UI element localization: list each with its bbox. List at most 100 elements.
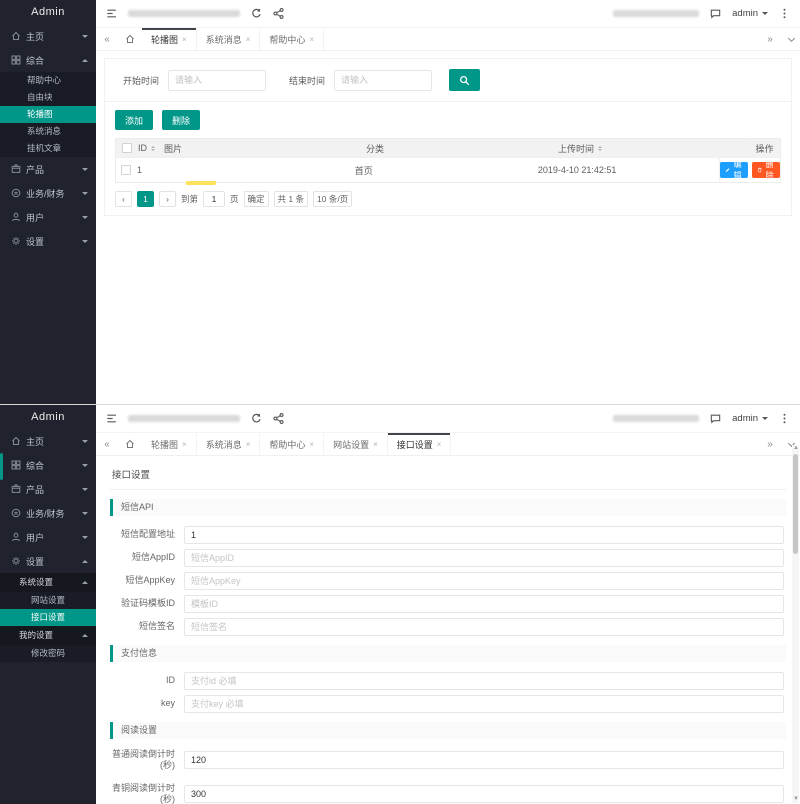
message-icon[interactable] [710,413,721,424]
tab-carousel[interactable]: 轮播图 [142,28,197,50]
gear-icon [11,556,21,566]
confirm-page-button[interactable]: 确定 [244,191,269,207]
per-page-select[interactable]: 10 条/页 [313,191,352,207]
tab-help-center[interactable]: 帮助中心 [260,28,324,50]
sidebar-item-change-password[interactable]: 修改密码 [0,645,96,662]
sidebar-group-my-settings[interactable]: 我的设置 [0,626,96,645]
content-scrollbar[interactable]: ▲ ▼ [792,445,799,803]
sidebar-item-home[interactable]: 主页 [0,429,96,453]
sidebar-item-label: 综合 [26,54,44,67]
close-icon[interactable] [437,440,442,449]
close-icon[interactable] [373,440,378,449]
close-icon[interactable] [309,440,314,449]
more-dots-icon[interactable] [779,413,790,424]
tab-help-center[interactable]: 帮助中心 [260,433,324,455]
add-button[interactable]: 添加 [115,110,153,130]
sidebar-item-user[interactable]: 用户 [0,525,96,549]
sidebar-item-settings[interactable]: 设置 [0,549,96,573]
payment-key-input[interactable] [184,695,784,713]
sidebar-item-product[interactable]: 产品 [0,477,96,501]
tab-system-message[interactable]: 系统消息 [197,28,261,50]
sidebar-group-system-settings[interactable]: 系统设置 [0,573,96,592]
prev-page-button[interactable] [115,191,132,207]
close-icon[interactable] [309,35,314,44]
normal-read-countdown-input[interactable] [184,751,784,769]
tab-label: 轮播图 [151,33,178,46]
sidebar-item-general[interactable]: 综合 [0,453,96,477]
close-icon[interactable] [182,440,187,449]
close-icon[interactable] [246,440,251,449]
tab-carousel[interactable]: 轮播图 [142,433,197,455]
expand-right-icon[interactable] [759,34,781,45]
edit-button[interactable]: 编辑 [720,162,748,178]
goto-page-input[interactable] [203,191,225,207]
tab-system-message[interactable]: 系统消息 [197,433,261,455]
flexible-icon[interactable] [106,413,117,424]
screenshot-api-settings-page: Admin 主页 综合 产品 业务/财务 用户 设置 [0,404,800,804]
select-all-checkbox[interactable] [122,143,132,153]
start-time-input[interactable] [168,70,266,91]
sms-appkey-input[interactable] [184,572,784,590]
tab-dropdown-icon[interactable] [788,34,795,41]
row-delete-button[interactable]: 删除 [752,162,780,178]
collapse-left-icon[interactable] [96,28,118,50]
sort-icon[interactable] [598,144,602,153]
message-icon[interactable] [710,8,721,19]
scroll-down-icon[interactable]: ▼ [793,797,798,802]
row-checkbox[interactable] [121,165,131,175]
tabbar: 轮播图 系统消息 帮助中心 网站设置 接口设置 [96,433,800,456]
sidebar-item-business[interactable]: 业务/财务 [0,181,96,205]
sidebar-item-system-message[interactable]: 系统消息 [0,123,96,140]
sidebar-item-general[interactable]: 综合 [0,48,96,72]
sidebar-item-carousel[interactable]: 轮播图 [0,106,96,123]
main-area: admin 轮播图 系统消息 帮助中心 网站设置 [96,405,800,804]
payment-id-input[interactable] [184,672,784,690]
next-page-button[interactable] [159,191,176,207]
sidebar-item-product[interactable]: 产品 [0,157,96,181]
share-icon[interactable] [273,413,284,424]
flexible-icon[interactable] [106,8,117,19]
expand-right-icon[interactable] [759,439,781,450]
search-button[interactable] [449,69,480,91]
scroll-up-icon[interactable]: ▲ [793,446,798,451]
collapse-left-icon[interactable] [96,433,118,455]
product-icon [11,164,21,174]
more-dots-icon[interactable] [779,8,790,19]
delete-button[interactable]: 删除 [162,110,200,130]
sms-signature-input[interactable] [184,618,784,636]
sms-config-address-input[interactable] [184,526,784,544]
bronze-read-countdown-input[interactable] [184,785,784,803]
tab-api-settings[interactable]: 接口设置 [388,433,452,455]
share-icon[interactable] [273,8,284,19]
topbar-right: admin [613,413,790,424]
user-menu[interactable]: admin [732,8,768,19]
sidebar-scrollbar-thumb[interactable] [0,453,3,480]
current-page-button[interactable]: 1 [137,191,154,207]
sidebar-item-home[interactable]: 主页 [0,24,96,48]
refresh-icon[interactable] [251,413,262,424]
sidebar-item-free-block[interactable]: 自由块 [0,89,96,106]
sms-appid-input[interactable] [184,549,784,567]
close-icon[interactable] [182,35,187,44]
home-tab-icon[interactable] [118,28,142,50]
user-menu[interactable]: admin [732,413,768,424]
end-time-input[interactable] [334,70,432,91]
cell-id: 1 [137,165,156,175]
sidebar-item-settings[interactable]: 设置 [0,229,96,253]
sidebar-item-website-settings[interactable]: 网站设置 [0,592,96,609]
refresh-icon[interactable] [251,8,262,19]
tab-website-settings[interactable]: 网站设置 [324,433,388,455]
sidebar-item-user[interactable]: 用户 [0,205,96,229]
sidebar-item-hangup-article[interactable]: 挂机文章 [0,140,96,157]
group-label: 系统设置 [19,573,53,592]
sidebar-item-help-center[interactable]: 帮助中心 [0,72,96,89]
sidebar-item-api-settings[interactable]: 接口设置 [0,609,96,626]
sms-template-id-input[interactable] [184,595,784,613]
tab-label: 系统消息 [206,33,242,46]
home-tab-icon[interactable] [118,433,142,455]
sidebar-item-business[interactable]: 业务/财务 [0,501,96,525]
sidebar-submenu-general: 帮助中心 自由块 轮播图 系统消息 挂机文章 [0,72,96,157]
sort-icon[interactable] [151,144,155,153]
close-icon[interactable] [246,35,251,44]
scrollbar-thumb[interactable] [793,454,798,554]
